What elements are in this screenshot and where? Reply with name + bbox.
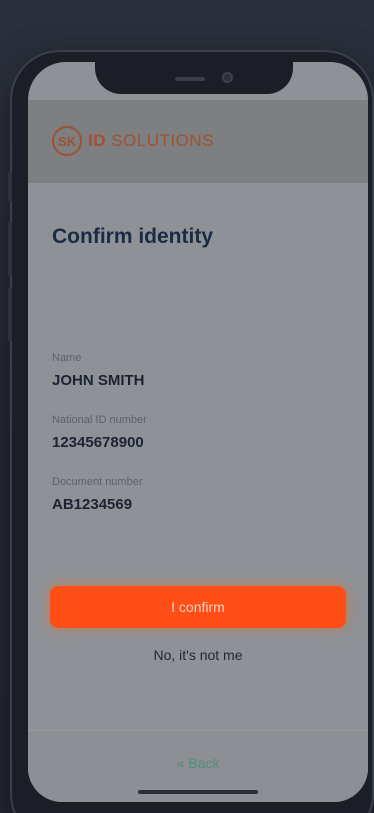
logo-wordmark-rest: SOLUTIONS (106, 131, 214, 150)
document-number-label: Document number (52, 476, 143, 488)
volume-up-button (8, 222, 12, 277)
background: SK ID SOLUTIONS Confirm identity Name JO… (0, 0, 374, 813)
mute-switch (8, 172, 12, 202)
logo-wordmark-bold: ID (88, 131, 106, 150)
footer-bar: « Back (28, 730, 368, 802)
document-number-value: AB1234569 (52, 496, 133, 513)
page-title: Confirm identity (52, 225, 213, 248)
phone-notch (95, 52, 293, 94)
logo-wordmark: ID SOLUTIONS (88, 131, 214, 151)
volume-down-button (8, 287, 12, 342)
logo-mark: SK (52, 126, 82, 156)
reject-link[interactable]: No, it's not me (28, 647, 368, 663)
phone-screen: SK ID SOLUTIONS Confirm identity Name JO… (28, 62, 368, 802)
app-header: SK ID SOLUTIONS (28, 100, 368, 183)
confirm-button[interactable]: I confirm (50, 586, 346, 628)
front-camera (222, 72, 233, 83)
speaker-grille (175, 77, 205, 81)
back-link[interactable]: « Back (28, 755, 368, 771)
name-label: Name (52, 352, 82, 364)
sk-id-solutions-logo: SK ID SOLUTIONS (52, 126, 214, 156)
national-id-label: National ID number (52, 414, 147, 426)
name-value: JOHN SMITH (52, 372, 145, 389)
home-indicator (138, 790, 258, 794)
national-id-value: 12345678900 (52, 434, 144, 451)
